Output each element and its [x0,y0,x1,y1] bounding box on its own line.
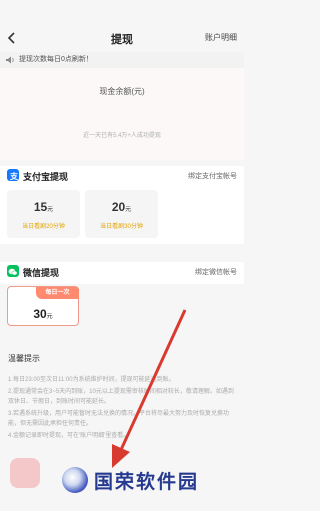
watermark-text: 国荣软件园 [94,472,200,493]
watermark: 国荣软件园 [62,461,244,499]
red-arrow-annotation [112,309,187,468]
globe-logo-icon [62,467,88,493]
